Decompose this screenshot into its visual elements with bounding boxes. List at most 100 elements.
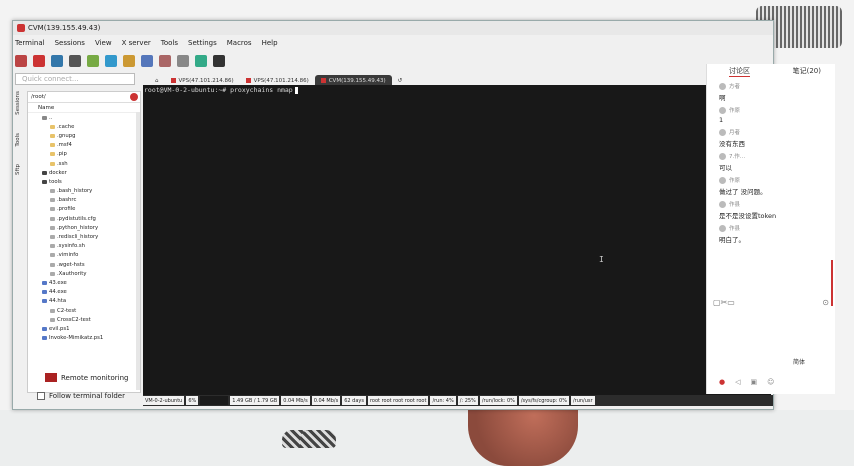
file-icon xyxy=(50,308,55,313)
window-title: CVM(139.155.49.43) xyxy=(28,24,101,32)
image-icon[interactable]: ▭ xyxy=(727,298,735,307)
terminal-cursor xyxy=(294,86,298,94)
file-row[interactable]: .viminfo xyxy=(28,251,140,260)
status-item xyxy=(200,396,229,405)
xserver-icon[interactable] xyxy=(195,55,207,67)
avatar xyxy=(719,152,726,160)
file-name: .pip xyxy=(57,151,67,158)
file-icon xyxy=(50,271,55,276)
quick-connect-input[interactable]: Quick connect... xyxy=(15,73,135,85)
confirm-path-icon[interactable] xyxy=(130,93,138,101)
side-tab-sftp[interactable]: Sftp xyxy=(15,164,21,175)
file-name: .bashrc xyxy=(57,197,77,204)
file-list-scrollbar[interactable] xyxy=(136,112,140,390)
multiexec-icon[interactable] xyxy=(123,55,135,67)
side-tab-tools[interactable]: Tools xyxy=(15,133,21,147)
menu-xserver[interactable]: X server xyxy=(122,39,151,47)
file-row[interactable]: .rediscli_history xyxy=(28,232,140,241)
file-row[interactable]: .. xyxy=(28,113,140,122)
chat-bottom-bar: ● ◁ ▣ ☺ xyxy=(719,378,774,386)
column-header-name[interactable]: Name xyxy=(28,103,140,113)
chat-scrollbar[interactable] xyxy=(831,260,833,306)
file-row[interactable]: C2-test xyxy=(28,306,140,315)
file-row[interactable]: .cache xyxy=(28,122,140,131)
menu-view[interactable]: View xyxy=(95,39,112,47)
file-row[interactable]: 44.hta xyxy=(28,297,140,306)
background-scene xyxy=(0,410,854,466)
file-row[interactable]: .wget-hsts xyxy=(28,260,140,269)
note-icon[interactable]: ▢ xyxy=(713,298,721,307)
status-bar: VM-0-2-ubuntu 6% 1.49 GB / 1.79 GB 0.04 Mb/… xyxy=(143,395,773,406)
message-user: 方者 xyxy=(729,84,741,90)
file-row[interactable]: 44.exe xyxy=(28,288,140,297)
tab-notes[interactable]: 笔记(20) xyxy=(793,66,821,76)
file-row[interactable]: 43.exe xyxy=(28,278,140,287)
tunnel-icon[interactable] xyxy=(141,55,153,67)
gift-icon[interactable]: ▣ xyxy=(751,378,758,386)
file-row[interactable]: .python_history xyxy=(28,223,140,232)
emoji-icon[interactable]: ☺ xyxy=(767,378,774,386)
split-icon[interactable] xyxy=(105,55,117,67)
globe-icon[interactable] xyxy=(51,55,63,67)
tab-discussion[interactable]: 讨论区 xyxy=(729,66,750,77)
help-icon[interactable]: ⊙ xyxy=(822,298,829,307)
file-icon xyxy=(50,235,55,240)
file-name: docker xyxy=(49,169,67,176)
file-row[interactable]: .gnupg xyxy=(28,131,140,140)
avatar xyxy=(719,200,726,208)
shoe-right xyxy=(300,430,336,448)
exit-icon[interactable] xyxy=(213,55,225,67)
menu-macros[interactable]: Macros xyxy=(227,39,252,47)
tab-icon xyxy=(170,78,176,83)
menu-help[interactable]: Help xyxy=(262,39,278,47)
menu-terminal[interactable]: Terminal xyxy=(15,39,45,47)
toolbar xyxy=(15,51,225,71)
file-icon xyxy=(50,198,55,203)
file-row[interactable]: evil.ps1 xyxy=(28,324,140,333)
user-icon[interactable] xyxy=(69,55,81,67)
file-name: .msf4 xyxy=(57,142,72,149)
file-row[interactable]: .pip xyxy=(28,150,140,159)
message-header: 作县 xyxy=(719,224,835,232)
file-row[interactable]: .profile xyxy=(28,205,140,214)
file-row[interactable]: .bash_history xyxy=(28,187,140,196)
side-tab-sessions[interactable]: Sessions xyxy=(15,91,21,115)
screenshot-icon[interactable]: ✂ xyxy=(721,298,728,307)
language-select[interactable]: 简体 xyxy=(793,357,805,366)
file-row[interactable]: .sysinfo.sh xyxy=(28,242,140,251)
bug-icon[interactable] xyxy=(87,55,99,67)
file-row[interactable]: .pydistutils.cfg xyxy=(28,214,140,223)
menu-sessions[interactable]: Sessions xyxy=(55,39,85,47)
gear-icon[interactable] xyxy=(177,55,189,67)
path-bar[interactable]: /root/ xyxy=(28,92,140,103)
file-row[interactable]: tools xyxy=(28,177,140,186)
status-item: 1.49 GB / 1.79 GB xyxy=(230,396,280,405)
avatar xyxy=(719,176,726,184)
remote-monitoring-button[interactable]: Remote monitoring xyxy=(45,373,128,382)
file-row[interactable]: .Xauthority xyxy=(28,269,140,278)
star-icon[interactable] xyxy=(33,55,45,67)
mic-icon[interactable]: ● xyxy=(719,378,725,386)
menu-settings[interactable]: Settings xyxy=(188,39,217,47)
chat-message: 作原 做过了 没问题。 xyxy=(707,176,835,196)
mobaxterm-window: CVM(139.155.49.43) Terminal Sessions Vie… xyxy=(12,20,774,410)
file-row[interactable]: CrossC2-test xyxy=(28,315,140,324)
file-row[interactable]: docker xyxy=(28,168,140,177)
status-item: /run/lock: 0% xyxy=(479,396,517,405)
file-list: .. .cache .gnupg .msf4 .pip .ssh docker tools .b… xyxy=(28,113,140,343)
file-row[interactable]: .msf4 xyxy=(28,141,140,150)
settings-icon[interactable] xyxy=(15,55,27,67)
menu-tools[interactable]: Tools xyxy=(161,39,178,47)
file-row[interactable]: .ssh xyxy=(28,159,140,168)
file-row[interactable]: Invoke-Mimikatz.ps1 xyxy=(28,334,140,343)
file-icon xyxy=(42,336,47,341)
follow-terminal-checkbox[interactable]: Follow terminal folder xyxy=(37,392,125,400)
speaker-icon[interactable]: ◁ xyxy=(735,378,740,386)
file-name: .cache xyxy=(57,123,75,130)
message-text: 是不是没设置token xyxy=(719,212,777,220)
file-icon xyxy=(42,115,47,120)
terminal-pane[interactable]: root@VM-0-2-ubuntu:~# proxychains nmap I xyxy=(143,85,771,395)
package-icon[interactable] xyxy=(159,55,171,67)
file-row[interactable]: .bashrc xyxy=(28,196,140,205)
file-icon xyxy=(42,290,47,295)
